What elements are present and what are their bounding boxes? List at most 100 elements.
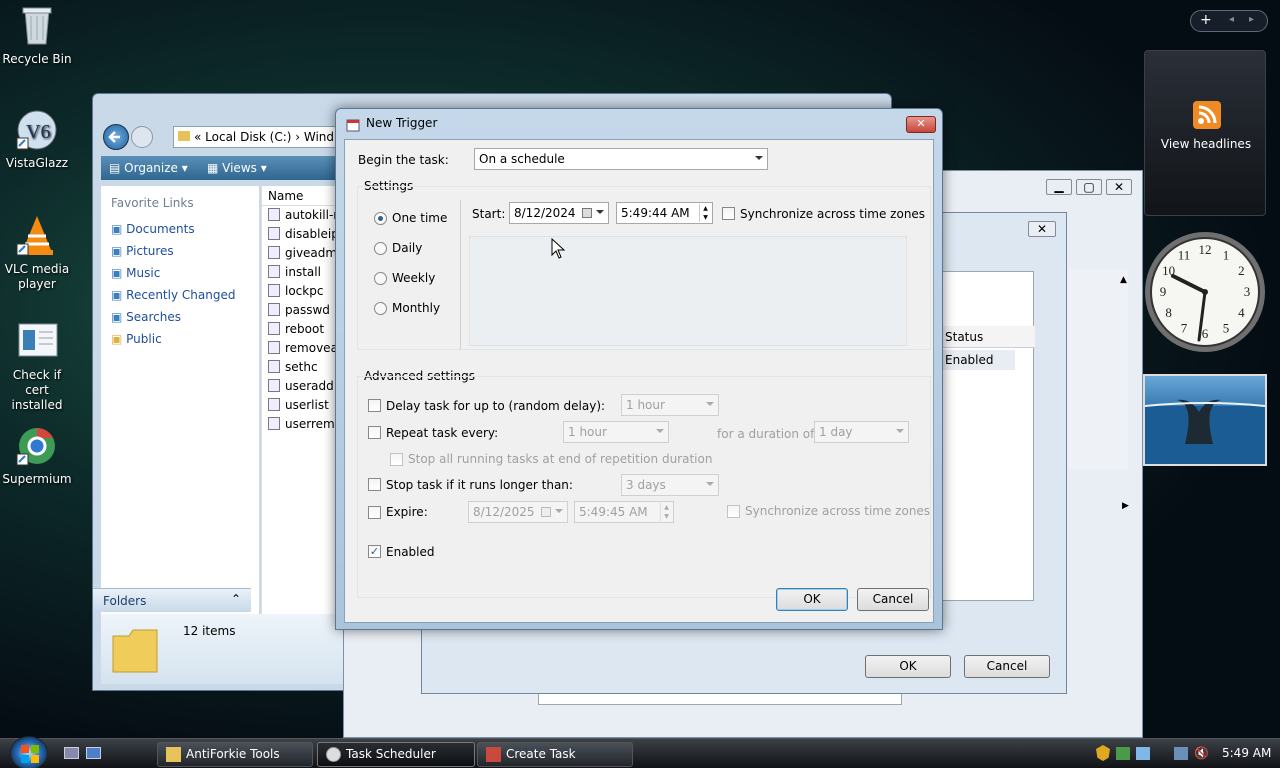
expire-checkbox[interactable] — [368, 506, 381, 519]
chevron-up-icon: ▲ — [1120, 275, 1127, 285]
file-row[interactable]: install — [268, 265, 321, 279]
close-button[interactable]: ✕ — [906, 116, 936, 133]
slideshow-gadget[interactable] — [1143, 374, 1267, 466]
network-icon[interactable] — [1116, 747, 1130, 760]
repeat-checkbox[interactable] — [368, 426, 381, 439]
start-date-picker[interactable]: 8/12/2024 — [509, 202, 609, 224]
clock-numeral: 2 — [1238, 263, 1245, 278]
minimize-button[interactable]: ▁ — [1046, 179, 1072, 195]
desktop-icon-check-cert[interactable]: Check if cert installed — [0, 320, 74, 413]
views-menu[interactable]: ▦ Views ▾ — [207, 161, 267, 175]
show-desktop-icon[interactable] — [64, 747, 79, 759]
file-name: lockpc — [285, 284, 324, 298]
address-bar[interactable]: « Local Disk (C:) › Wind — [173, 126, 353, 148]
add-gadget-button[interactable]: + — [1200, 12, 1212, 28]
sync-timezones-checkbox[interactable] — [722, 207, 735, 220]
folders-bar[interactable]: Folders ⌃ — [93, 588, 251, 612]
back-button[interactable] — [103, 124, 129, 150]
repeat-value: 1 hour — [568, 425, 607, 439]
delay-checkbox[interactable] — [368, 399, 381, 412]
expire-time-input[interactable]: 5:49:45 AM ▲ ▼ — [574, 501, 674, 523]
update-icon[interactable] — [1136, 747, 1150, 760]
delay-label: Delay task for up to (random delay): — [386, 399, 606, 413]
file-row[interactable]: giveadmi — [268, 246, 340, 260]
expire-date-picker[interactable]: 8/12/2025 — [468, 501, 568, 523]
file-row[interactable]: userlist — [268, 398, 329, 412]
desktop-icon-vlc[interactable]: VLC media player — [0, 214, 74, 292]
repeat-select[interactable]: 1 hour — [563, 421, 669, 443]
taskbar-button-label: Create Task — [506, 747, 576, 761]
switch-windows-icon[interactable] — [86, 747, 101, 759]
supermium-icon — [15, 424, 59, 468]
script-file-icon — [268, 227, 280, 240]
begin-task-select[interactable]: On a schedule — [474, 148, 768, 170]
file-row[interactable]: useradd — [268, 379, 334, 393]
chevron-left-icon[interactable]: ◂ — [1229, 14, 1234, 25]
clock-numeral: 7 — [1181, 320, 1188, 335]
stop-longer-value: 3 days — [626, 478, 666, 492]
volume-muted-icon[interactable]: 🔇 — [1194, 747, 1209, 760]
checkmark-icon: ✓ — [369, 545, 380, 558]
security-shield-icon[interactable] — [1096, 745, 1110, 761]
taskbar-button-task-scheduler[interactable]: Task Scheduler — [317, 742, 475, 767]
delay-value: 1 hour — [626, 398, 665, 412]
monitor-icon[interactable] — [1174, 747, 1188, 760]
link-public[interactable]: ▣ Public — [111, 332, 162, 346]
start-time-value: 5:49:44 AM — [621, 206, 690, 220]
organize-menu[interactable]: ▤ Organize ▾ — [109, 161, 188, 175]
radio-daily[interactable] — [374, 242, 387, 255]
cancel-button[interactable]: Cancel — [964, 655, 1050, 678]
feed-headlines-gadget[interactable]: View headlines — [1144, 50, 1266, 216]
file-row[interactable]: userremo — [268, 417, 342, 431]
link-searches[interactable]: ▣ Searches — [111, 310, 181, 324]
stop-longer-select[interactable]: 3 days — [621, 474, 719, 496]
start-time-input[interactable]: 5:49:44 AM ▲ ▼ — [616, 202, 713, 224]
link-pictures[interactable]: ▣ Pictures — [111, 244, 174, 258]
forward-button[interactable] — [131, 126, 153, 148]
column-header-status[interactable]: Status — [943, 326, 1035, 348]
desktop-icon-vistaglazz[interactable]: V6 VistaGlazz — [0, 108, 74, 171]
file-row[interactable]: reboot — [268, 322, 324, 336]
close-button[interactable]: ✕ — [1106, 179, 1132, 195]
stop-longer-checkbox[interactable] — [368, 478, 381, 491]
radio-one-time[interactable] — [374, 212, 387, 225]
file-row[interactable]: removead — [268, 341, 346, 355]
link-documents[interactable]: ▣ Documents — [111, 222, 195, 236]
desktop-icon-supermium[interactable]: Supermium — [0, 424, 74, 487]
file-row[interactable]: autokill-r — [268, 208, 338, 222]
start-button[interactable] — [10, 736, 48, 768]
new-trigger-dialog[interactable]: New Trigger ✕ Begin the task: On a sched… — [335, 108, 943, 630]
duration-value: 1 day — [819, 425, 853, 439]
clock-gadget[interactable]: 12 1 2 3 4 5 6 7 8 9 10 11 — [1143, 230, 1267, 354]
close-button[interactable]: ✕ — [1028, 221, 1056, 237]
link-music[interactable]: ▣ Music — [111, 266, 160, 280]
window-controls: ▁ ▢ ✕ — [1044, 179, 1134, 197]
file-row[interactable]: passwd — [268, 303, 330, 317]
radio-monthly[interactable] — [374, 302, 387, 315]
ok-button[interactable]: OK — [776, 588, 848, 611]
navigation-bar: « Local Disk (C:) › Wind — [93, 120, 353, 150]
link-recently-changed[interactable]: ▣ Recently Changed — [111, 288, 235, 302]
chevron-right-icon[interactable]: ▸ — [1249, 14, 1254, 25]
expire-sync-checkbox[interactable] — [727, 505, 740, 518]
cancel-button[interactable]: Cancel — [857, 588, 929, 611]
desktop-icon-recycle-bin[interactable]: Recycle Bin — [0, 4, 74, 67]
ok-button[interactable]: OK — [865, 655, 951, 678]
file-row[interactable]: sethc — [268, 360, 318, 374]
file-row[interactable]: lockpc — [268, 284, 323, 298]
duration-select[interactable]: 1 day — [814, 421, 909, 443]
taskbar-button-create-task[interactable]: Create Task — [477, 742, 633, 767]
taskbar-button-antiforkie[interactable]: AntiForkie Tools — [157, 742, 313, 767]
enabled-checkbox[interactable]: ✓ — [368, 545, 381, 558]
folders-label: Folders — [103, 594, 147, 608]
spinner-icon[interactable]: ▲ ▼ — [660, 503, 672, 521]
link-label: Pictures — [126, 244, 174, 258]
spinner-icon[interactable]: ▲ ▼ — [699, 204, 711, 222]
maximize-button[interactable]: ▢ — [1076, 179, 1102, 195]
delay-select[interactable]: 1 hour — [621, 394, 719, 416]
column-header-name[interactable]: Name — [262, 186, 340, 206]
stop-running-checkbox[interactable] — [390, 453, 403, 466]
file-row[interactable]: disableip — [268, 227, 339, 241]
taskbar-clock[interactable]: 5:49 AM — [1222, 746, 1271, 760]
radio-weekly[interactable] — [374, 272, 387, 285]
